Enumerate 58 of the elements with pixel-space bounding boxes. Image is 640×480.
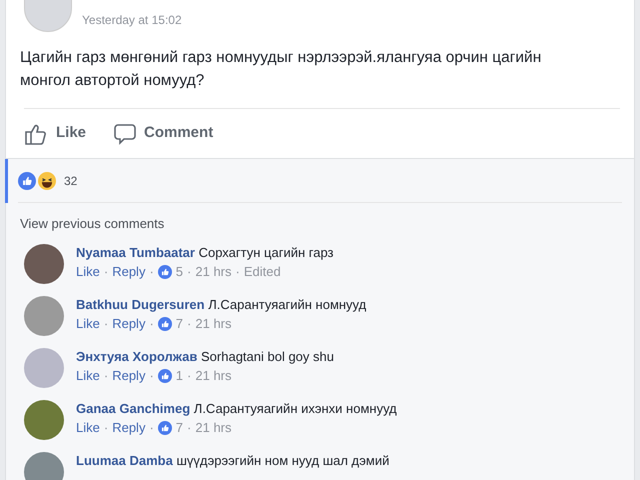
- comment-time[interactable]: 21 hrs: [195, 368, 232, 384]
- separator-dot: ·: [149, 264, 154, 280]
- separator-dot: ·: [149, 420, 154, 436]
- avatar-placeholder[interactable]: [24, 452, 64, 480]
- like-reaction-icon: [158, 265, 172, 279]
- comment-time[interactable]: 21 hrs: [195, 420, 232, 436]
- separator-dot: ·: [187, 368, 192, 384]
- like-reaction-icon: [18, 172, 36, 190]
- comment-button[interactable]: Comment: [114, 122, 214, 145]
- avatar-placeholder[interactable]: [24, 400, 64, 440]
- separator-dot: ·: [149, 316, 154, 332]
- thumbs-up-icon: [24, 122, 48, 144]
- reaction-count[interactable]: 32: [64, 172, 78, 190]
- comment-reply-link[interactable]: Reply: [112, 420, 146, 436]
- post-timestamp[interactable]: Yesterday at 15:02: [82, 11, 182, 29]
- commenter-name[interactable]: Ganaa Ganchimeg: [76, 401, 190, 416]
- view-previous-comments-link[interactable]: View previous comments: [20, 216, 164, 231]
- comment-time[interactable]: 21 hrs: [195, 316, 232, 332]
- comment-text: Энхтуяа Хоролжав Sorhagtani bol goy shu: [76, 349, 334, 365]
- comment-reply-link[interactable]: Reply: [112, 368, 146, 384]
- separator-dot: ·: [104, 264, 108, 280]
- comment-like-count[interactable]: 7: [176, 316, 184, 332]
- separator-dot: ·: [149, 368, 154, 384]
- separator-dot: ·: [104, 420, 108, 436]
- laughing-face-icon: [38, 172, 56, 190]
- separator-dot: ·: [187, 264, 192, 280]
- separator-dot: ·: [236, 264, 240, 280]
- post-text: Цагийн гарз мөнгөний гарз номнуудыг нэрлээрэй.ялангуяа орчин цагийн монгол автортой номууд?: [20, 48, 542, 91]
- comment-reply-link[interactable]: Reply: [112, 264, 146, 280]
- comment-text: Luumaa Damba шүүдэрээгийн ном нууд шал дэмий: [76, 453, 390, 469]
- comment-time[interactable]: 21 hrs: [195, 264, 232, 280]
- commenter-name[interactable]: Nyamaa Tumbaatar: [76, 245, 195, 260]
- separator-dot: ·: [187, 420, 192, 436]
- like-button[interactable]: Like: [24, 122, 86, 145]
- commenter-name[interactable]: Batkhuu Dugersuren: [76, 297, 205, 312]
- avatar-placeholder[interactable]: [24, 296, 64, 336]
- commenter-name[interactable]: Энхтуяа Хоролжав: [76, 349, 198, 364]
- separator-dot: ·: [104, 316, 108, 332]
- like-reaction-icon: [158, 369, 172, 383]
- comment-like-count[interactable]: 1: [176, 368, 184, 384]
- speech-bubble-icon: [114, 122, 136, 144]
- edited-label[interactable]: Edited: [244, 264, 281, 280]
- comment-like-link[interactable]: Like: [76, 264, 100, 280]
- comment-like-link[interactable]: Like: [76, 420, 100, 436]
- avatar-placeholder[interactable]: [24, 244, 64, 284]
- comment-text: Nyamaa Tumbaatar Сорхагтун цагийн гарз: [76, 245, 334, 261]
- comment-like-link[interactable]: Like: [76, 368, 100, 384]
- comment-like-count[interactable]: 5: [176, 264, 184, 280]
- separator-dot: ·: [187, 316, 192, 332]
- like-reaction-icon: [158, 421, 172, 435]
- like-reaction-icon: [158, 317, 172, 331]
- separator-dot: ·: [104, 368, 108, 384]
- comment-text: Batkhuu Dugersuren Л.Сарантуяагийн номнууд: [76, 297, 366, 313]
- comment-reply-link[interactable]: Reply: [112, 316, 146, 332]
- comment-like-count[interactable]: 7: [176, 420, 184, 436]
- commenter-name[interactable]: Luumaa Damba: [76, 453, 173, 468]
- comment-text: Ganaa Ganchimeg Л.Сарантуяагийн ихэнхи номнууд: [76, 401, 397, 417]
- comment-like-link[interactable]: Like: [76, 316, 100, 332]
